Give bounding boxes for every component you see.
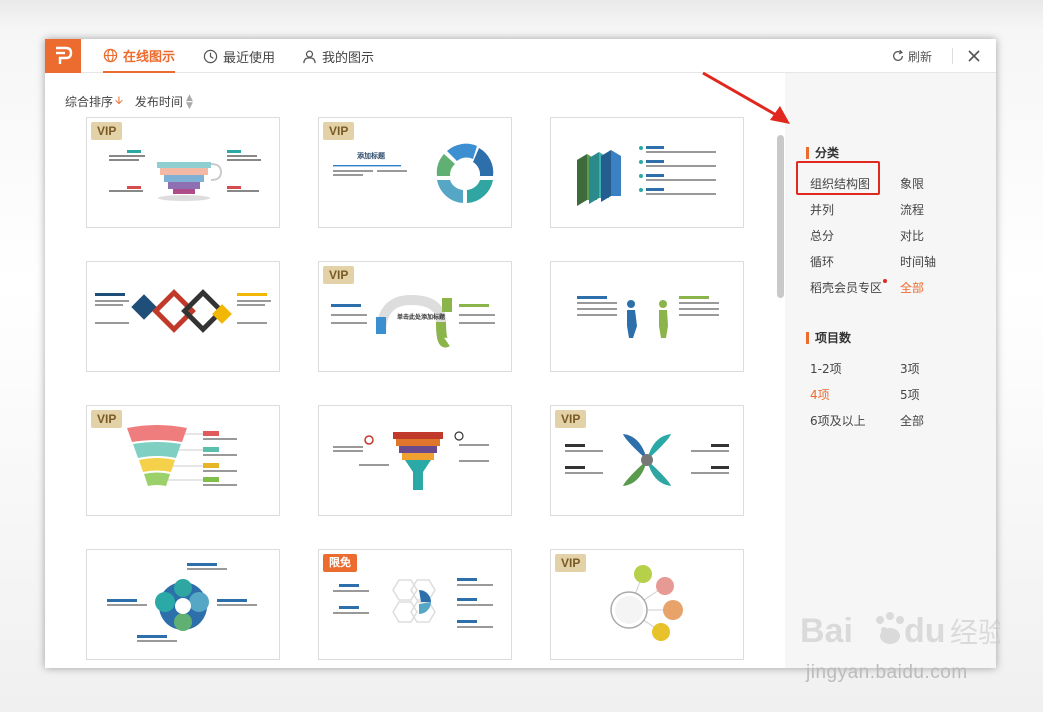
app-logo [45, 39, 81, 73]
count-1-2[interactable]: 1-2项 [810, 360, 842, 377]
toolbar-divider [952, 48, 953, 64]
sort-comprehensive[interactable]: 综合排序 🡫 [65, 92, 123, 111]
template-card[interactable] [550, 261, 744, 372]
refresh-label: 刷新 [908, 49, 933, 64]
tab-label: 在线图示 [123, 49, 176, 65]
annotation-arrow-icon [702, 71, 790, 124]
template-card[interactable]: 添加标题 VIP [318, 117, 512, 228]
vip-badge: VIP [323, 266, 355, 284]
new-dot [883, 279, 887, 283]
paw-icon [876, 612, 904, 644]
template-card[interactable] [86, 261, 280, 372]
watermark-cn: 经验 [950, 616, 1000, 649]
vip-badge: VIP [555, 554, 587, 572]
category-timeline[interactable]: 时间轴 [900, 253, 936, 270]
clock-icon [203, 49, 218, 63]
refresh-button[interactable]: 刷新 [891, 39, 932, 73]
filter-sidebar: 分类 组织结构图 象限 并列 流程 总分 对比 循环 时间轴 稻壳会员专区 全部… [785, 73, 996, 668]
tab-label: 最近使用 [223, 50, 276, 66]
count-all[interactable]: 全部 [900, 412, 924, 429]
sort-bar: 综合排序 🡫 发布时间 ▲ ▼ [65, 92, 193, 111]
count-5[interactable]: 5项 [900, 386, 920, 403]
template-card[interactable] [550, 117, 744, 228]
user-icon [303, 50, 316, 63]
preview-title: 单击此处添加标题 [397, 313, 446, 321]
preview-title: 添加标题 [357, 151, 386, 160]
vip-badge: VIP [555, 410, 587, 428]
category-total-sub[interactable]: 总分 [810, 227, 834, 244]
category-cycle[interactable]: 循环 [810, 253, 834, 270]
close-icon[interactable] [965, 47, 983, 65]
category-all[interactable]: 全部 [900, 279, 924, 296]
template-card[interactable] [86, 549, 280, 660]
template-card[interactable]: VIP [86, 405, 280, 516]
count-3[interactable]: 3项 [900, 360, 920, 377]
vip-badge: VIP [91, 122, 123, 140]
template-card[interactable]: VIP [550, 549, 744, 660]
scrollbar-thumb[interactable] [777, 135, 784, 298]
title-bar: 在线图示 最近使用 我的图示 刷新 [45, 39, 996, 73]
diamonds-preview [95, 289, 271, 333]
tab-my-diagrams[interactable]: 我的图示 [302, 39, 374, 73]
category-process[interactable]: 流程 [900, 201, 924, 218]
3d-layers-preview [577, 146, 716, 206]
category-parallel[interactable]: 并列 [810, 201, 834, 218]
tab-label: 我的图示 [322, 50, 375, 66]
sort-comprehensive-label: 综合排序 [65, 95, 114, 109]
sort-publish-time-label: 发布时间 [134, 95, 183, 109]
category-compare[interactable]: 对比 [900, 227, 924, 244]
gear-flower-preview [107, 563, 257, 642]
template-card[interactable]: 限免 [318, 549, 512, 660]
arrow-down-icon: 🡫 [115, 94, 123, 107]
template-card[interactable]: VIP [550, 405, 744, 516]
template-card[interactable] [318, 405, 512, 516]
watermark-brand-suffix: du [904, 612, 946, 650]
globe-icon [103, 48, 118, 62]
watermark-url: jingyan.baidu.com [806, 662, 968, 683]
figures-preview [577, 296, 719, 338]
template-card[interactable]: VIP [86, 117, 280, 228]
category-quadrant[interactable]: 象限 [900, 175, 924, 192]
item-count-title: 项目数 [806, 329, 851, 346]
sort-publish-time[interactable]: 发布时间 ▲ ▼ [135, 92, 193, 111]
template-card[interactable]: 单击此处添加标题 VIP [318, 261, 512, 372]
sort-updown-icon: ▲ ▼ [185, 92, 193, 111]
watermark-brand: Bai [800, 612, 853, 650]
wps-logo-icon [56, 46, 73, 64]
category-docer-member[interactable]: 稻壳会员专区 [810, 279, 882, 296]
category-title: 分类 [806, 144, 839, 161]
vip-badge: VIP [91, 410, 123, 428]
diagram-gallery-window: 在线图示 最近使用 我的图示 刷新 综合排序 🡫 发布时间 ▲ ▼ VIP 添加… [45, 39, 996, 668]
vip-badge: VIP [323, 122, 355, 140]
category-org-chart[interactable]: 组织结构图 [810, 175, 870, 192]
count-4[interactable]: 4项 [810, 386, 830, 403]
limited-free-badge: 限免 [323, 554, 357, 572]
count-6-plus[interactable]: 6项及以上 [810, 412, 866, 429]
refresh-icon [893, 49, 903, 61]
funnel-preview [333, 431, 489, 490]
tab-online-diagrams[interactable]: 在线图示 [103, 39, 176, 73]
tab-recent[interactable]: 最近使用 [203, 39, 275, 73]
